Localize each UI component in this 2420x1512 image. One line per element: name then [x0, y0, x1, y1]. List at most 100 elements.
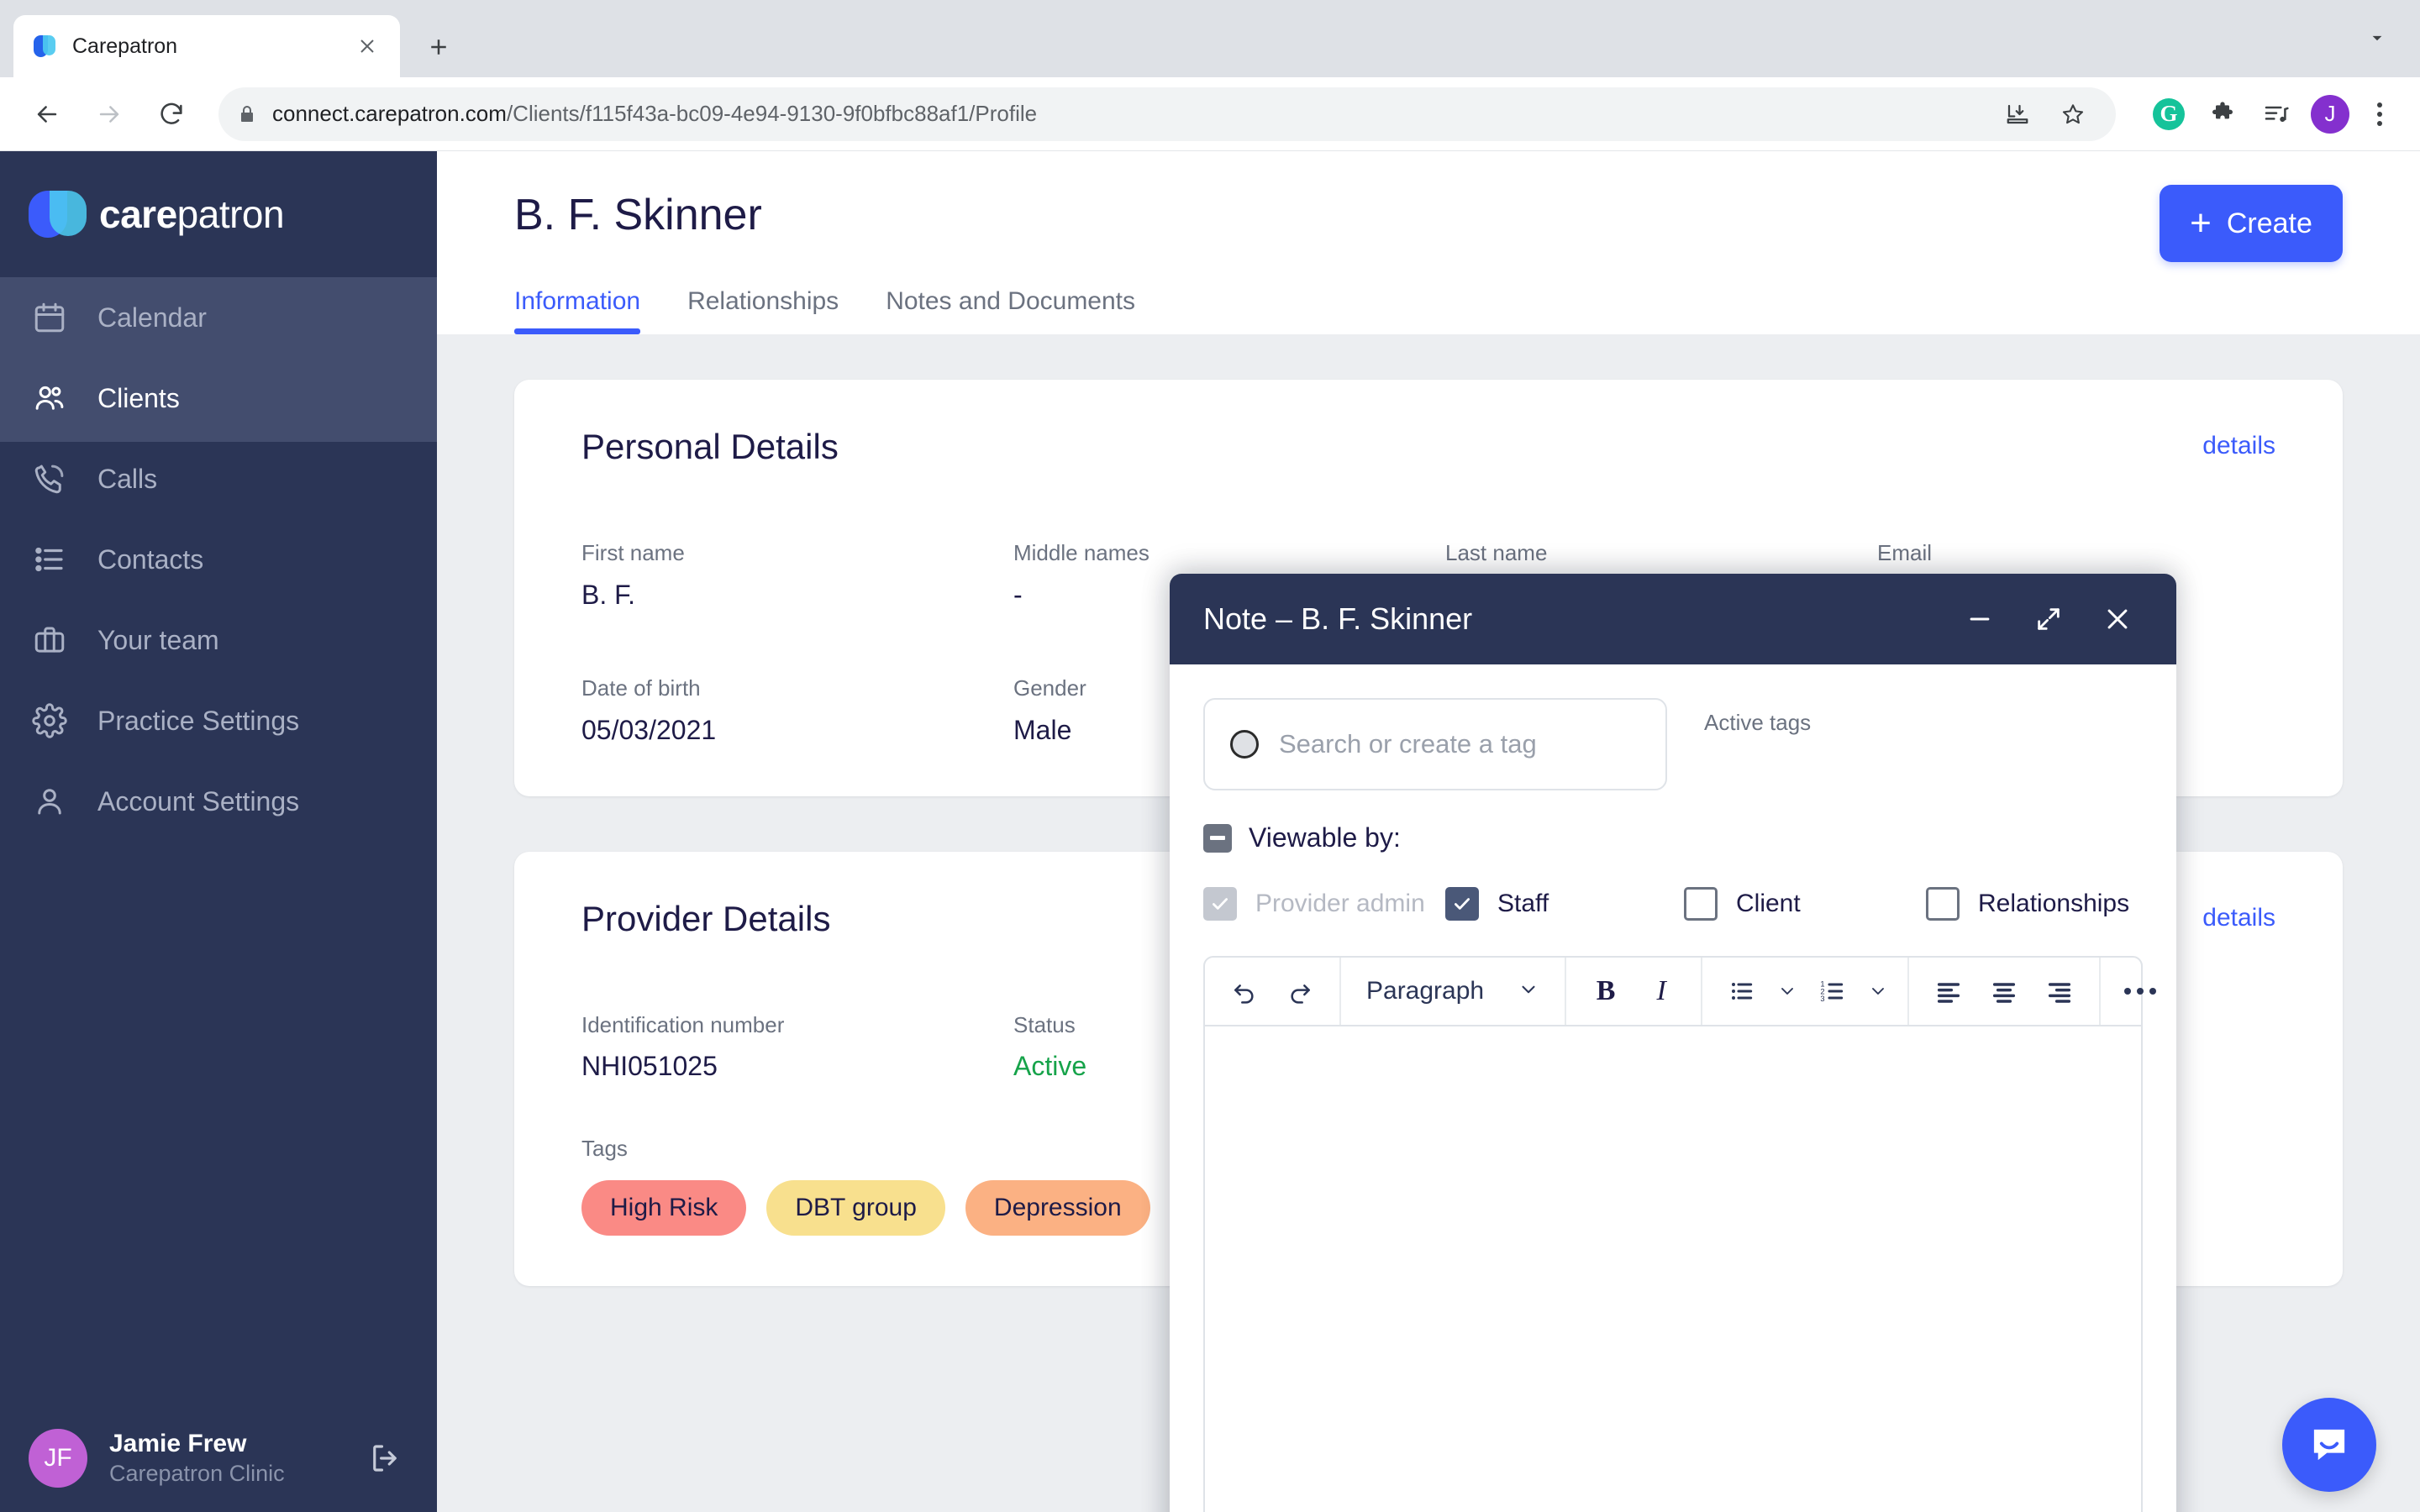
- collapse-icon[interactable]: [1203, 823, 1232, 853]
- align-center-icon[interactable]: [1980, 967, 2028, 1016]
- tag-chip[interactable]: DBT group: [766, 1180, 945, 1236]
- sidebar-item-clients[interactable]: Clients: [0, 358, 437, 438]
- carepatron-logo[interactable]: carepatron: [0, 151, 437, 277]
- field-first-name: First name B. F.: [581, 539, 980, 611]
- sidebar-item-calendar[interactable]: Calendar: [0, 277, 437, 358]
- align-right-icon[interactable]: [2035, 967, 2084, 1016]
- field-value: 05/03/2021: [581, 714, 717, 745]
- chevron-down-icon: [1518, 979, 1539, 1005]
- sidebar-item-practice-settings[interactable]: Practice Settings: [0, 680, 437, 761]
- minimize-icon[interactable]: [1954, 594, 2005, 644]
- install-app-icon[interactable]: [1993, 90, 2042, 139]
- permission-label: Relationships: [1978, 890, 2130, 917]
- field-date-of-birth: Date of birth 05/03/2021: [581, 675, 980, 746]
- briefcase-icon: [29, 619, 71, 661]
- note-dialog-body: Search or create a tag Active tags Viewa…: [1170, 664, 2176, 1512]
- users-icon: [29, 377, 71, 419]
- sidebar-label-calendar: Calendar: [97, 302, 207, 333]
- browser-tabstrip: Carepatron: [0, 0, 2420, 77]
- more-group: [2101, 958, 2176, 1025]
- tag-color-icon[interactable]: [1230, 730, 1259, 759]
- browser-profile-avatar[interactable]: J: [2306, 90, 2354, 139]
- checkbox-staff[interactable]: [1445, 887, 1479, 921]
- note-dialog-header: Note – B. F. Skinner: [1170, 574, 2176, 664]
- tag-search-input[interactable]: Search or create a tag: [1203, 698, 1667, 790]
- carepatron-wordmark: carepatron: [99, 192, 285, 236]
- sidebar-nav: Calendar Clients Calls Contacts Your tea…: [0, 277, 437, 842]
- sidebar-label-your-team: Your team: [97, 624, 219, 655]
- tag-chip[interactable]: Depression: [965, 1180, 1150, 1236]
- svg-text:3: 3: [1820, 995, 1824, 1003]
- forward-icon: [82, 87, 136, 141]
- field-value: B. F.: [581, 579, 636, 610]
- chevron-down-icon[interactable]: [2358, 18, 2396, 57]
- carepatron-favicon-icon: [32, 34, 57, 59]
- field-label: Email: [1877, 540, 1933, 565]
- create-button[interactable]: + Create: [2160, 185, 2343, 262]
- address-bar[interactable]: connect.carepatron.com/Clients/f115f43a-…: [218, 87, 2116, 141]
- tag-chip[interactable]: High Risk: [581, 1180, 747, 1236]
- italic-glyph: I: [1656, 975, 1666, 1006]
- browser-tab[interactable]: Carepatron: [13, 15, 400, 77]
- user-name: Jamie Frew: [109, 1430, 247, 1458]
- browser-menu-icon[interactable]: [2360, 94, 2400, 134]
- browser-toolbar: connect.carepatron.com/Clients/f115f43a-…: [0, 77, 2420, 151]
- user-org: Carepatron Clinic: [109, 1460, 285, 1486]
- profile-initial: J: [2311, 94, 2349, 134]
- permission-label: Staff: [1497, 890, 1549, 917]
- reload-icon[interactable]: [145, 87, 198, 141]
- logout-icon[interactable]: [361, 1435, 408, 1482]
- sidebar: carepatron Calendar Clients Calls Contac…: [0, 151, 437, 1512]
- permission-staff[interactable]: Staff: [1445, 887, 1684, 921]
- field-label: Identification number: [581, 1011, 785, 1037]
- align-left-icon[interactable]: [1924, 967, 1973, 1016]
- more-options-icon[interactable]: [2116, 967, 2165, 1016]
- edit-provider-details-link[interactable]: details: [2202, 904, 2275, 932]
- redo-icon[interactable]: [1276, 967, 1324, 1016]
- checkbox-relationships[interactable]: [1926, 887, 1960, 921]
- viewable-by-row[interactable]: Viewable by:: [1203, 822, 2143, 853]
- close-icon[interactable]: [2092, 594, 2143, 644]
- permission-provider-admin: Provider admin: [1203, 887, 1445, 921]
- note-editor-textarea[interactable]: [1203, 1026, 2143, 1512]
- extension-icons: G J: [2136, 90, 2400, 139]
- edit-personal-details-link[interactable]: details: [2202, 432, 2275, 460]
- italic-button[interactable]: I: [1637, 967, 1686, 1016]
- paragraph-format-select[interactable]: Paragraph: [1356, 977, 1549, 1005]
- sidebar-item-your-team[interactable]: Your team: [0, 600, 437, 680]
- undo-icon[interactable]: [1220, 967, 1269, 1016]
- numbered-list-icon[interactable]: 123: [1808, 967, 1857, 1016]
- viewable-by-label: Viewable by:: [1249, 822, 1401, 853]
- sidebar-item-calls[interactable]: Calls: [0, 438, 437, 519]
- bullet-list-chevron-icon[interactable]: [1773, 967, 1802, 1016]
- numbered-list-chevron-icon[interactable]: [1864, 967, 1892, 1016]
- list-group: 123: [1702, 958, 1910, 1025]
- tab-notes-and-documents[interactable]: Notes and Documents: [886, 287, 1135, 334]
- bold-button[interactable]: B: [1581, 967, 1630, 1016]
- app-root: carepatron Calendar Clients Calls Contac…: [0, 151, 2420, 1512]
- tab-information[interactable]: Information: [514, 287, 641, 334]
- close-tab-icon[interactable]: [353, 32, 381, 60]
- bookmark-star-icon[interactable]: [2049, 90, 2097, 139]
- sidebar-item-contacts[interactable]: Contacts: [0, 519, 437, 600]
- intercom-chat-button[interactable]: [2282, 1398, 2376, 1492]
- grammarly-extension-icon[interactable]: G: [2144, 90, 2193, 139]
- media-playlist-icon[interactable]: [2252, 90, 2301, 139]
- permission-relationships[interactable]: Relationships: [1926, 887, 2129, 921]
- tab-relationships[interactable]: Relationships: [687, 287, 839, 334]
- note-dialog: Note – B. F. Skinner Search or create a …: [1170, 574, 2176, 1512]
- page-header: B. F. Skinner + Create Information Relat…: [437, 151, 2420, 334]
- permission-client[interactable]: Client: [1684, 887, 1926, 921]
- back-icon[interactable]: [20, 87, 74, 141]
- personal-details-title: Personal Details: [581, 427, 839, 466]
- expand-icon[interactable]: [2023, 594, 2074, 644]
- chat-bubble-icon: [2313, 1429, 2345, 1461]
- sidebar-item-account-settings[interactable]: Account Settings: [0, 761, 437, 842]
- bullet-list-icon[interactable]: [1718, 967, 1766, 1016]
- checkbox-client[interactable]: [1684, 887, 1718, 921]
- new-tab-button[interactable]: [415, 24, 462, 71]
- sidebar-user-box[interactable]: JF Jamie Frew Carepatron Clinic: [0, 1384, 437, 1512]
- permissions-row: Provider admin Staff Client Relationship…: [1203, 887, 2143, 921]
- extensions-puzzle-icon[interactable]: [2198, 90, 2247, 139]
- permission-label: Provider admin: [1255, 890, 1425, 917]
